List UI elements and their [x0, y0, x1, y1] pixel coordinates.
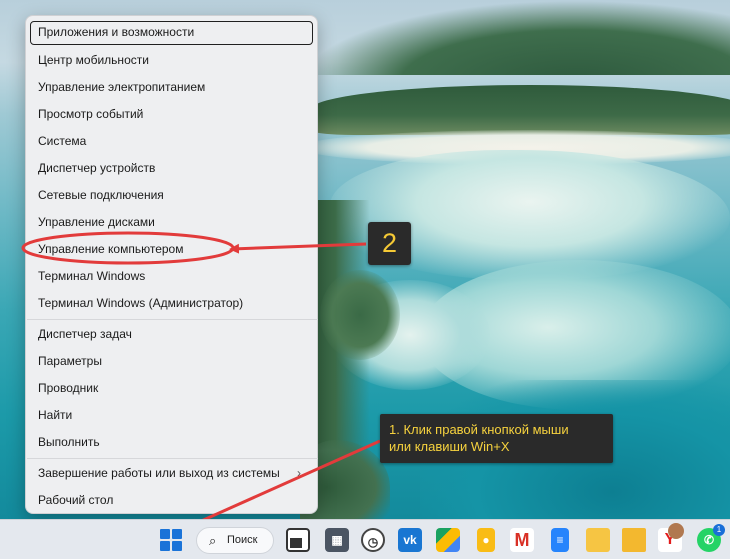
menu-item-shutdown-signout[interactable]: Завершение работы или выход из системы ›	[30, 461, 313, 485]
chevron-right-icon: ›	[297, 466, 301, 480]
menu-item-windows-terminal[interactable]: Терминал Windows	[30, 264, 313, 288]
menu-item-run[interactable]: Выполнить	[30, 430, 313, 454]
menu-item-mobility-center[interactable]: Центр мобильности	[30, 48, 313, 72]
file-explorer-icon[interactable]	[622, 528, 646, 552]
menu-item-label: Завершение работы или выход из системы	[38, 466, 280, 480]
google-drive-icon[interactable]	[436, 528, 460, 552]
menu-item-network-connections[interactable]: Сетевые подключения	[30, 183, 313, 207]
menu-item-power-options[interactable]: Управление электропитанием	[30, 75, 313, 99]
task-view-icon[interactable]	[286, 528, 310, 552]
menu-item-desktop[interactable]: Рабочий стол	[30, 488, 313, 512]
menu-item-windows-terminal-admin[interactable]: Терминал Windows (Администратор)	[30, 291, 313, 315]
vk-icon[interactable]: vk	[398, 528, 422, 552]
wallpaper-island	[310, 85, 730, 135]
notification-badge: 1	[713, 524, 725, 536]
clock-app-icon[interactable]: ◷	[361, 528, 385, 552]
taskbar-search-button[interactable]: ⌕ Поиск	[196, 527, 274, 554]
avatar	[668, 523, 684, 539]
windows-start-icon[interactable]	[160, 529, 182, 551]
menu-separator	[27, 319, 318, 320]
menu-item-disk-management[interactable]: Управление дисками	[30, 210, 313, 234]
wallpaper-hill	[300, 0, 730, 75]
menu-item-settings[interactable]: Параметры	[30, 349, 313, 373]
wallpaper-forest	[320, 270, 400, 360]
menu-item-system[interactable]: Система	[30, 129, 313, 153]
calculator-icon[interactable]: ▦	[325, 528, 349, 552]
search-label: Поиск	[227, 534, 258, 546]
google-docs-icon[interactable]: ≡	[551, 528, 569, 552]
menu-item-apps-features[interactable]: Приложения и возможности	[30, 21, 313, 45]
menu-item-computer-management[interactable]: Управление компьютером	[30, 237, 313, 261]
menu-item-task-manager[interactable]: Диспетчер задач	[30, 322, 313, 346]
notes-app-icon[interactable]	[586, 528, 610, 552]
menu-item-event-viewer[interactable]: Просмотр событий	[30, 102, 313, 126]
menu-item-search[interactable]: Найти	[30, 403, 313, 427]
google-keep-icon[interactable]: ●	[477, 528, 495, 552]
gmail-icon[interactable]: M	[510, 528, 534, 552]
menu-item-file-explorer[interactable]: Проводник	[30, 376, 313, 400]
taskbar: ⌕ Поиск ▦ ◷ vk ● M ≡ Y ✆ 1	[0, 519, 730, 559]
callout-line: или клавиши Win+X	[389, 439, 510, 454]
menu-separator	[27, 458, 318, 459]
callout-line: 1. Клик правой кнопкой мыши	[389, 422, 569, 437]
step-1-callout: 1. Клик правой кнопкой мыши или клавиши …	[380, 414, 613, 463]
menu-item-device-manager[interactable]: Диспетчер устройств	[30, 156, 313, 180]
step-2-badge: 2	[368, 222, 411, 265]
winx-context-menu: Приложения и возможности Центр мобильнос…	[25, 15, 318, 514]
search-icon: ⌕	[209, 533, 217, 548]
